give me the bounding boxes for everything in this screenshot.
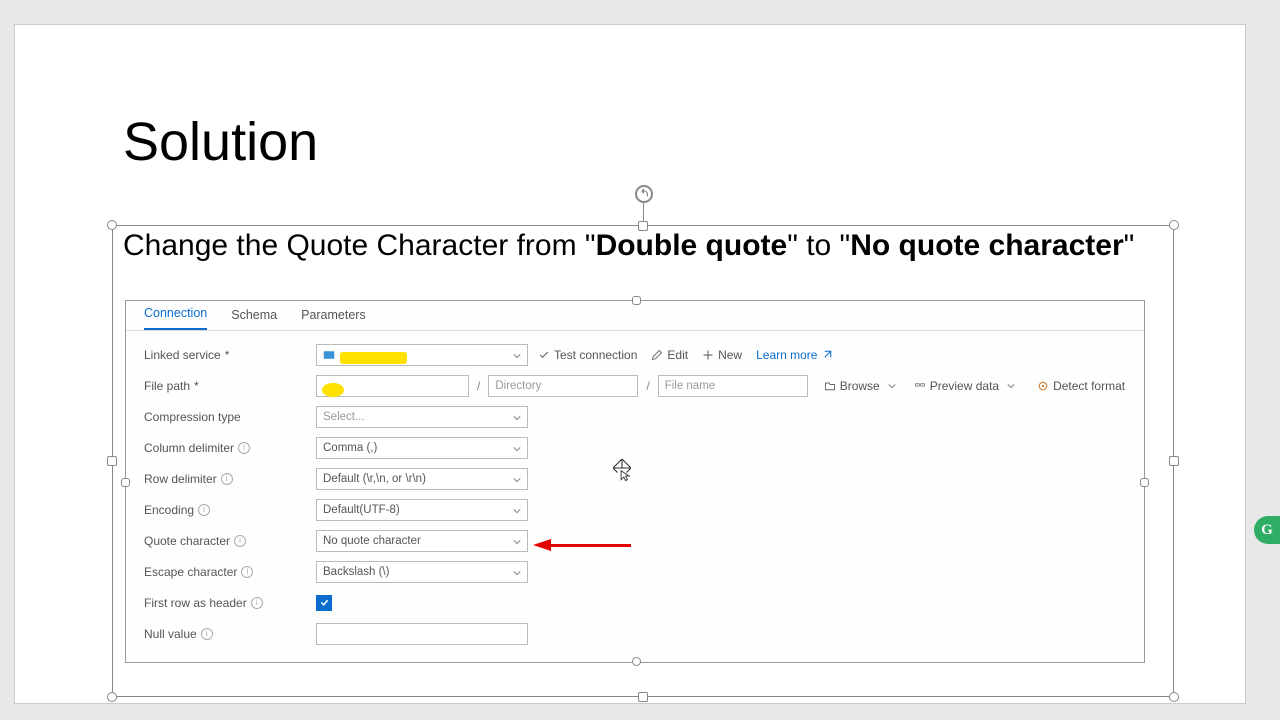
chevron-down-icon [513, 413, 521, 421]
tab-schema[interactable]: Schema [231, 302, 277, 330]
resize-handle[interactable] [1140, 478, 1149, 487]
first-row-checkbox[interactable] [316, 595, 332, 611]
filename-input[interactable] [658, 375, 808, 397]
info-icon[interactable]: i [201, 628, 213, 640]
form: Linked service * Test connection Edit Ne… [126, 331, 1144, 649]
chevron-down-icon [513, 351, 521, 359]
tab-connection[interactable]: Connection [144, 300, 207, 330]
new-button[interactable]: New [702, 348, 742, 362]
chevron-down-icon[interactable] [1007, 379, 1015, 393]
quote-character-select[interactable]: No quote character [316, 530, 528, 552]
null-value-input[interactable] [316, 623, 528, 645]
resize-handle[interactable] [107, 456, 117, 466]
instruction-part: Change the Quote Character from " [123, 229, 596, 262]
filename-field[interactable] [665, 380, 801, 392]
label-null-value: Null value i [144, 627, 316, 641]
resize-handle[interactable] [632, 657, 641, 666]
move-cursor-icon [613, 459, 631, 481]
resize-handle[interactable] [1169, 456, 1179, 466]
label-linked-service: Linked service * [144, 348, 316, 362]
chevron-down-icon [513, 444, 521, 452]
label-quote-character: Quote character i [144, 534, 316, 548]
resize-handle[interactable] [1169, 220, 1179, 230]
info-icon[interactable]: i [238, 442, 250, 454]
directory-input[interactable] [488, 375, 638, 397]
instruction-text: Change the Quote Character from "Double … [123, 227, 1163, 265]
resize-handle[interactable] [632, 296, 641, 305]
info-icon[interactable]: i [234, 535, 246, 547]
label-first-row-header: First row as header i [144, 596, 316, 610]
label-encoding: Encoding i [144, 503, 316, 517]
instruction-bold: No quote character [850, 229, 1123, 262]
instruction-part: " to " [787, 229, 850, 262]
rotate-handle-icon[interactable] [635, 185, 653, 203]
tab-bar: Connection Schema Parameters [126, 301, 1144, 331]
page-title: Solution [123, 111, 318, 173]
null-value-field[interactable] [323, 628, 521, 640]
encoding-select[interactable]: Default(UTF-8) [316, 499, 528, 521]
instruction-bold: Double quote [596, 229, 788, 262]
directory-field[interactable] [495, 380, 631, 392]
label-column-delimiter: Column delimiter i [144, 441, 316, 455]
chevron-down-icon [513, 475, 521, 483]
info-icon[interactable]: i [221, 473, 233, 485]
resize-handle[interactable] [638, 692, 648, 702]
instruction-part: " [1124, 229, 1135, 262]
detect-format-button[interactable]: Detect format [1037, 379, 1125, 393]
path-separator: / [644, 379, 651, 393]
tab-parameters[interactable]: Parameters [301, 302, 366, 330]
slide-canvas: Solution Change the Quote Character from… [14, 24, 1246, 704]
escape-character-select[interactable]: Backslash (\) [316, 561, 528, 583]
label-file-path: File path * [144, 379, 316, 393]
test-connection-button[interactable]: Test connection [538, 348, 637, 362]
highlight-marker [322, 383, 344, 397]
resize-handle[interactable] [121, 478, 130, 487]
path-separator: / [475, 379, 482, 393]
label-compression: Compression type [144, 410, 316, 424]
info-icon[interactable]: i [251, 597, 263, 609]
edit-button[interactable]: Edit [651, 348, 688, 362]
info-icon[interactable]: i [241, 566, 253, 578]
chevron-down-icon [513, 537, 521, 545]
grammarly-icon[interactable]: G [1254, 516, 1280, 544]
highlight-marker [340, 352, 407, 364]
chevron-down-icon [513, 506, 521, 514]
resize-handle[interactable] [107, 220, 117, 230]
browse-button[interactable]: Browse [824, 379, 880, 393]
column-delimiter-select[interactable]: Comma (,) [316, 437, 528, 459]
label-escape-character: Escape character i [144, 565, 316, 579]
info-icon[interactable]: i [198, 504, 210, 516]
row-delimiter-select[interactable]: Default (\r,\n, or \r\n) [316, 468, 528, 490]
chevron-down-icon[interactable] [888, 379, 896, 393]
resize-handle[interactable] [107, 692, 117, 702]
compression-select[interactable]: Select... [316, 406, 528, 428]
dataset-panel: Connection Schema Parameters Linked serv… [125, 300, 1145, 663]
arrow-annotation [533, 539, 633, 551]
learn-more-link[interactable]: Learn more [756, 348, 833, 362]
resize-handle[interactable] [1169, 692, 1179, 702]
label-row-delimiter: Row delimiter i [144, 472, 316, 486]
preview-data-button[interactable]: Preview data [914, 379, 999, 393]
chevron-down-icon [513, 568, 521, 576]
